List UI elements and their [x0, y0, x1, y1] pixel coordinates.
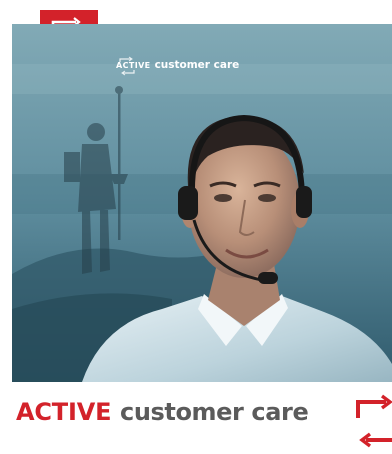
photo-logo-text: customer care — [154, 59, 240, 71]
photo-logo: ACTIVE customer care — [116, 56, 240, 76]
hero-illustration — [12, 24, 392, 382]
bracket-arrows-icon — [356, 394, 392, 448]
bracket-arrows-icon — [119, 56, 135, 76]
bottom-logo: ACTIVE customer care — [16, 394, 392, 448]
hero-photo: ACTIVE customer care — [12, 24, 392, 382]
bottom-logo-active: ACTIVE — [16, 398, 112, 426]
bottom-logo-text: customer care — [120, 398, 309, 426]
